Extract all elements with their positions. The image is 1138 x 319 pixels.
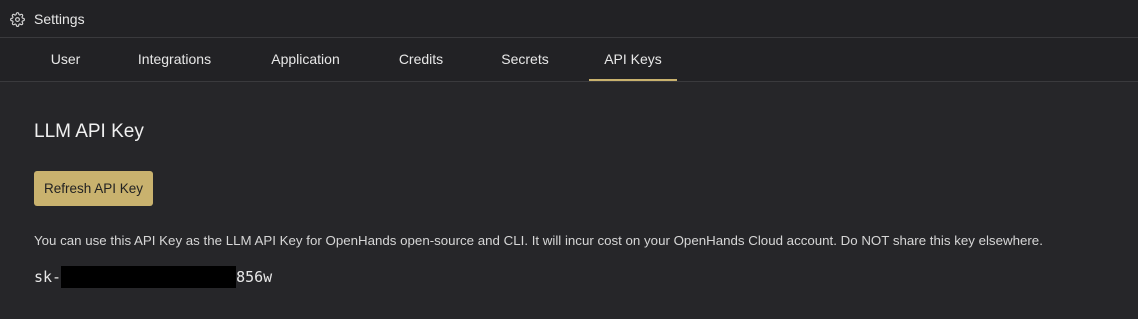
refresh-api-key-button[interactable]: Refresh API Key <box>34 171 153 206</box>
api-key-prefix: sk- <box>34 268 62 286</box>
tab-secrets[interactable]: Secrets <box>484 38 566 81</box>
tab-credits[interactable]: Credits <box>381 38 461 81</box>
window-title: Settings <box>34 11 85 27</box>
tab-integrations[interactable]: Integrations <box>119 38 230 81</box>
section-title: LLM API Key <box>34 121 144 142</box>
settings-title-bar: Settings <box>0 0 1138 38</box>
tab-api-keys[interactable]: API Keys <box>589 38 677 81</box>
api-key-suffix: 856w <box>236 268 273 286</box>
settings-tab-bar: User Integrations Application Credits Se… <box>0 38 1138 82</box>
api-key-value: sk- 856w <box>34 266 272 288</box>
api-key-redaction <box>61 266 237 288</box>
gear-icon <box>10 12 25 27</box>
tab-application[interactable]: Application <box>253 38 358 81</box>
api-key-description: You can use this API Key as the LLM API … <box>34 233 1043 248</box>
tab-user[interactable]: User <box>34 38 97 81</box>
